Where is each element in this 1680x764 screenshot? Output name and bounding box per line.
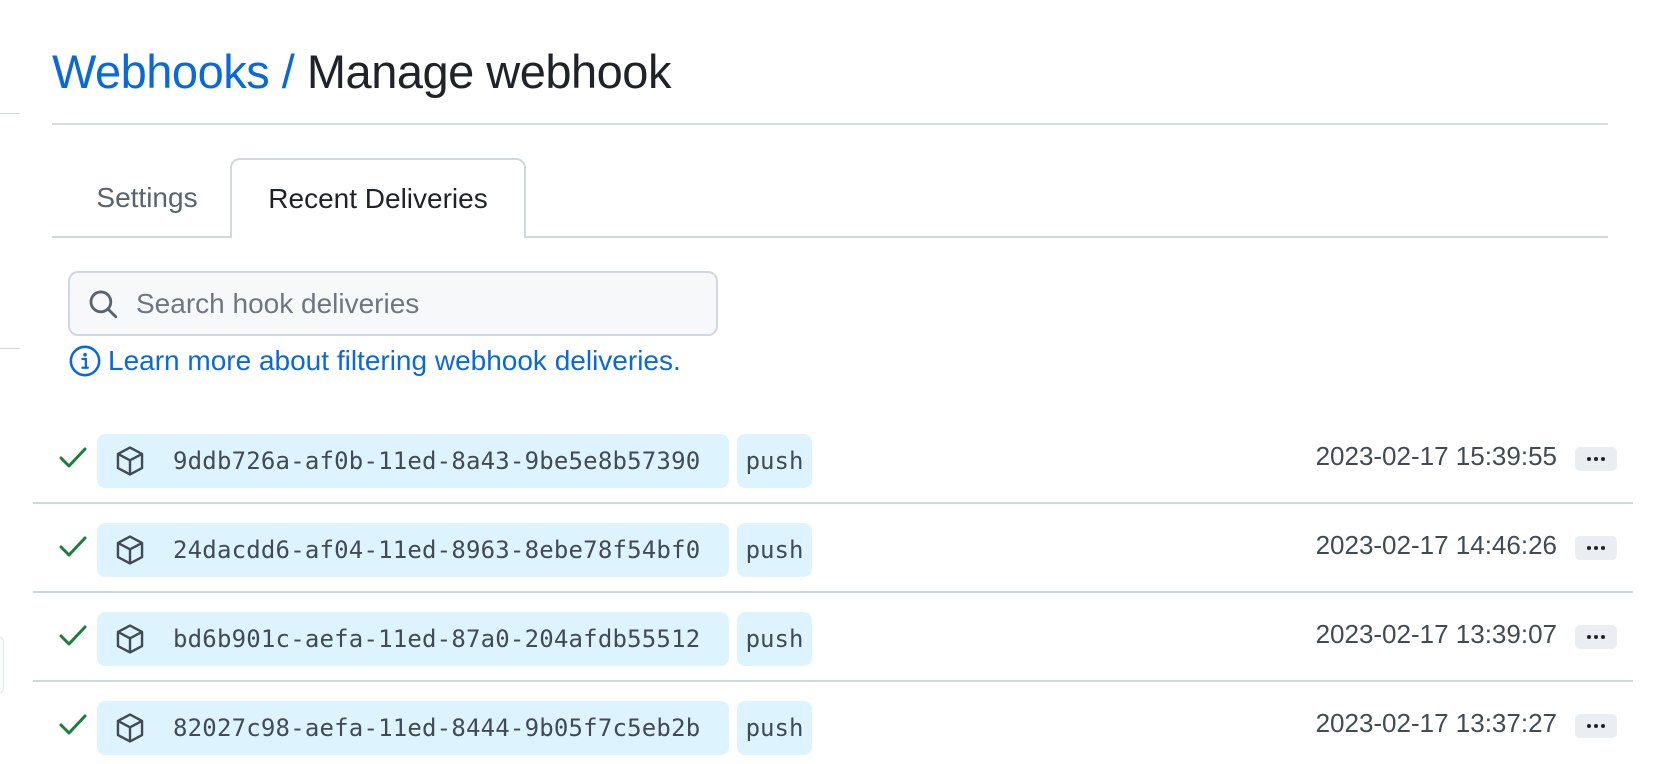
- kebab-dot: [1587, 724, 1591, 728]
- page-title: Webhooks / Manage webhook: [52, 40, 671, 104]
- package-icon: [116, 624, 144, 654]
- search-box[interactable]: [68, 271, 718, 336]
- tab-bar: Settings Recent Deliveries: [52, 158, 1608, 238]
- tab-settings[interactable]: Settings: [62, 158, 232, 238]
- filtering-help-link[interactable]: Learn more about filtering webhook deliv…: [68, 342, 681, 380]
- delivery-row[interactable]: 24dacdd6-af04-11ed-8963-8ebe78f54bf0 pus…: [33, 504, 1633, 593]
- kebab-dot: [1601, 635, 1605, 639]
- search-icon: [89, 290, 118, 318]
- kebab-dot: [1594, 546, 1598, 550]
- delivery-guid: 24dacdd6-af04-11ed-8963-8ebe78f54bf0: [173, 536, 701, 564]
- event-label: push: [737, 434, 812, 488]
- delivery-guid-link[interactable]: 82027c98-aefa-11ed-8444-9b05f7c5eb2b: [97, 701, 729, 755]
- package-icon: [116, 446, 144, 476]
- delivery-timestamp: 2023-02-17 13:39:07: [1315, 619, 1557, 649]
- breadcrumb-separator: /: [281, 45, 295, 98]
- check-icon: [59, 714, 87, 735]
- kebab-dot: [1594, 457, 1598, 461]
- delivery-row[interactable]: 9ddb726a-af0b-11ed-8a43-9be5e8b57390 pus…: [33, 415, 1633, 504]
- event-label: push: [737, 612, 812, 666]
- webhook-page: Webhooks / Manage webhook Settings Recen…: [0, 0, 1680, 764]
- tab-recent-deliveries[interactable]: Recent Deliveries: [230, 158, 526, 238]
- kebab-dot: [1587, 546, 1591, 550]
- delivery-guid-link[interactable]: 9ddb726a-af0b-11ed-8a43-9be5e8b57390: [97, 434, 729, 488]
- delivery-timestamp: 2023-02-17 15:39:55: [1315, 441, 1557, 471]
- event-label: push: [737, 701, 812, 755]
- delivery-row[interactable]: bd6b901c-aefa-11ed-87a0-204afdb55512 pus…: [33, 593, 1633, 682]
- filtering-help-label: Learn more about filtering webhook deliv…: [108, 345, 681, 376]
- package-icon: [116, 535, 144, 565]
- kebab-dot: [1587, 457, 1591, 461]
- kebab-dot: [1601, 546, 1605, 550]
- kebab-dot: [1594, 724, 1598, 728]
- check-icon: [59, 447, 87, 468]
- sidebar-edge-card: [0, 636, 4, 694]
- delivery-timestamp: 2023-02-17 14:46:26: [1315, 530, 1557, 560]
- more-options-button[interactable]: [1575, 447, 1617, 471]
- more-options-button[interactable]: [1575, 625, 1617, 649]
- delivery-guid: bd6b901c-aefa-11ed-87a0-204afdb55512: [173, 625, 701, 653]
- delivery-guid-link[interactable]: bd6b901c-aefa-11ed-87a0-204afdb55512: [97, 612, 729, 666]
- delivery-guid-link[interactable]: 24dacdd6-af04-11ed-8963-8ebe78f54bf0: [97, 523, 729, 577]
- sidebar-edge-divider: [0, 113, 20, 114]
- delivery-guid: 9ddb726a-af0b-11ed-8a43-9be5e8b57390: [173, 447, 701, 475]
- kebab-dot: [1587, 635, 1591, 639]
- title-divider: [52, 123, 1608, 125]
- sidebar-edge-divider: [0, 348, 20, 349]
- check-icon: [59, 536, 87, 557]
- breadcrumb-webhooks-link[interactable]: Webhooks: [52, 45, 270, 98]
- more-options-button[interactable]: [1575, 536, 1617, 560]
- delivery-guid: 82027c98-aefa-11ed-8444-9b05f7c5eb2b: [173, 714, 701, 742]
- event-label: push: [737, 523, 812, 577]
- breadcrumb-current: Manage webhook: [306, 45, 672, 98]
- package-icon: [116, 713, 144, 743]
- delivery-timestamp: 2023-02-17 13:37:27: [1315, 708, 1557, 738]
- kebab-dot: [1601, 457, 1605, 461]
- deliveries-list: 9ddb726a-af0b-11ed-8a43-9be5e8b57390 pus…: [33, 415, 1633, 764]
- info-icon: [69, 345, 101, 377]
- delivery-row[interactable]: 82027c98-aefa-11ed-8444-9b05f7c5eb2b pus…: [33, 682, 1633, 764]
- kebab-dot: [1594, 635, 1598, 639]
- kebab-dot: [1601, 724, 1605, 728]
- search-input[interactable]: [136, 278, 696, 329]
- check-icon: [59, 625, 87, 646]
- more-options-button[interactable]: [1575, 714, 1617, 738]
